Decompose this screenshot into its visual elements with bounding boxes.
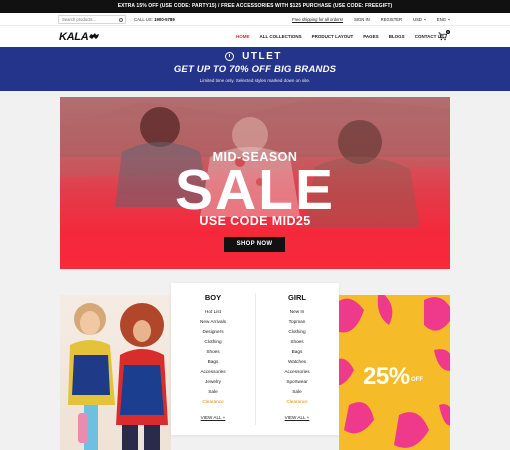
girl-view-all-link[interactable]: VIEW ALL +: [255, 415, 339, 420]
boy-link[interactable]: Shoes: [171, 347, 255, 357]
boy-link[interactable]: Bags: [171, 357, 255, 367]
promo-bar: EXTRA 15% OFF (USE CODE: PARTY15) / FREE…: [0, 0, 510, 13]
logo-animal-icon: [89, 33, 99, 39]
boy-link[interactable]: Hot List: [171, 307, 255, 317]
search-icon[interactable]: [119, 17, 123, 22]
girl-column: GIRL New In Topman Clothing Shoes Bags W…: [255, 292, 339, 420]
outlet-title-text: UTLET: [242, 51, 282, 62]
promo-text: EXTRA 15% OFF (USE CODE: PARTY15) / FREE…: [117, 3, 393, 9]
boy-heading[interactable]: BOY: [171, 292, 255, 304]
shop-now-button[interactable]: SHOP NOW: [224, 237, 285, 252]
search-box[interactable]: [58, 15, 126, 24]
girl-link[interactable]: Clothing: [255, 327, 339, 337]
nav-home[interactable]: HOME: [236, 34, 250, 39]
boy-link[interactable]: Sale: [171, 387, 255, 397]
currency-value: USD: [413, 17, 422, 22]
girl-link[interactable]: Topman: [255, 317, 339, 327]
boy-link[interactable]: Clothing: [171, 337, 255, 347]
girl-link[interactable]: Accessories: [255, 367, 339, 377]
boy-clearance-link[interactable]: Clearance: [171, 397, 255, 407]
main-nav: KALA HOME ALL COLLECTIONS PRODUCT LAYOUT…: [0, 26, 510, 47]
language-select[interactable]: ENG: [437, 17, 450, 22]
currency-select[interactable]: USD: [413, 17, 426, 22]
boy-link[interactable]: Accessories: [171, 367, 255, 377]
outlet-banner[interactable]: UTLET GET UP TO 70% OFF BIG BRANDS Limit…: [0, 47, 510, 91]
utility-bar: CALL US: 1900-5789 Free shipping for all…: [0, 13, 510, 26]
boy-view-all-link[interactable]: VIEW ALL +: [171, 415, 255, 420]
girl-link[interactable]: Sale: [255, 387, 339, 397]
boy-link[interactable]: Jewelry: [171, 377, 255, 387]
girl-link[interactable]: New In: [255, 307, 339, 317]
nav-product-layout[interactable]: PRODUCT LAYOUT: [312, 34, 354, 39]
kids-photo: [68, 303, 168, 450]
boy-link[interactable]: New Arrivals: [171, 317, 255, 327]
girl-link[interactable]: Bags: [255, 347, 339, 357]
hero-code: USE CODE MID25: [199, 214, 311, 228]
logo-text: KALA: [59, 31, 89, 43]
boy-column: BOY Hot List New Arrivals Designers Clot…: [171, 292, 255, 420]
call-label: CALL US:: [134, 17, 153, 22]
hero-banner[interactable]: MID-SEASON SALE USE CODE MID25 SHOP NOW: [60, 97, 450, 269]
girl-clearance-link[interactable]: Clearance: [255, 397, 339, 407]
discount-off-label: OFF: [411, 377, 423, 383]
nav-all-collections[interactable]: ALL COLLECTIONS: [260, 34, 302, 39]
utility-links: Free shipping for all orders! SIGN IN RE…: [292, 13, 450, 26]
girl-heading[interactable]: GIRL: [255, 292, 339, 304]
discount-percent: 25%: [363, 363, 410, 390]
boy-link[interactable]: Designers: [171, 327, 255, 337]
register-link[interactable]: REGISTER: [381, 17, 402, 22]
nav-blogs[interactable]: BLOGS: [389, 34, 405, 39]
cart-count-badge: 0: [446, 30, 450, 34]
logo[interactable]: KALA: [59, 31, 89, 43]
outlet-subtext: Limited time only. Selected styles marke…: [199, 78, 311, 83]
girl-link[interactable]: Shoes: [255, 337, 339, 347]
girl-link[interactable]: Watches: [255, 357, 339, 367]
sign-in-link[interactable]: SIGN IN: [354, 17, 370, 22]
shipping-link[interactable]: Free shipping for all orders!: [292, 17, 343, 22]
promo-tile[interactable]: 25% OFF: [339, 295, 450, 450]
nav-links: HOME ALL COLLECTIONS PRODUCT LAYOUT PAGE…: [236, 26, 444, 47]
language-value: ENG: [436, 17, 446, 22]
search-input[interactable]: [62, 16, 114, 23]
outlet-title: UTLET: [0, 51, 510, 62]
chevron-down-icon: [448, 19, 450, 21]
category-menu-card: BOY Hot List New Arrivals Designers Clot…: [171, 283, 339, 435]
chevron-down-icon: [423, 19, 426, 21]
nav-pages[interactable]: PAGES: [363, 34, 378, 39]
girl-link[interactable]: Sportwear: [255, 377, 339, 387]
kids-photo-tile[interactable]: [60, 295, 171, 450]
outlet-headline: GET UP TO 70% OFF BIG BRANDS: [173, 64, 337, 75]
call-number: 1900-5789: [154, 17, 175, 22]
call-us: CALL US: 1900-5789: [134, 13, 175, 26]
